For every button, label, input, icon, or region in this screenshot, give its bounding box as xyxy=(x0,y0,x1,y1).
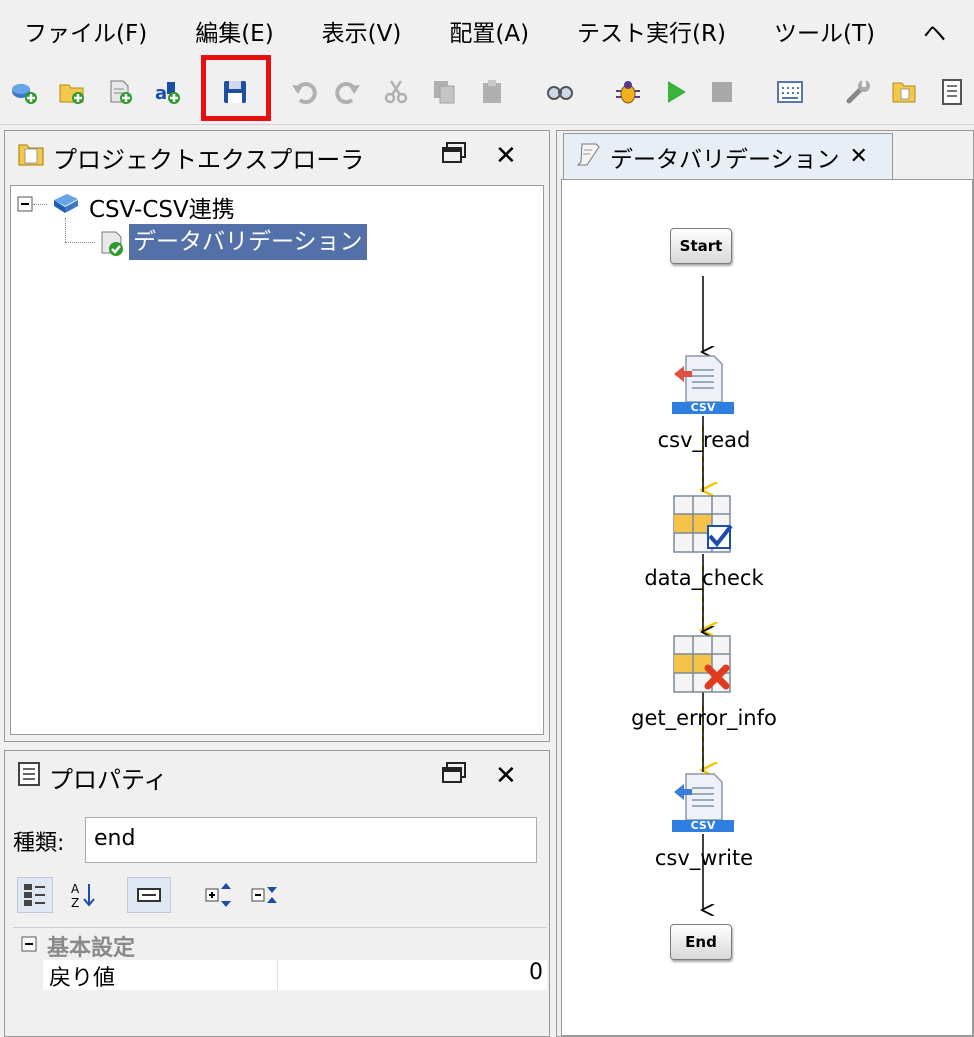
menu-edit[interactable]: 編集(E) xyxy=(171,14,297,48)
menu-test-run[interactable]: テスト実行(R) xyxy=(553,14,750,48)
menu-file[interactable]: ファイル(F) xyxy=(0,14,171,48)
csv-read-icon[interactable]: CSV xyxy=(672,354,734,416)
tab-title: データバリデーション xyxy=(610,146,840,173)
menu-view[interactable]: 表示(V) xyxy=(298,14,426,48)
property-pages-icon[interactable] xyxy=(127,877,171,913)
explorer-title: プロジェクトエクスプローラ xyxy=(53,145,365,174)
property-value: 0 xyxy=(529,960,543,985)
properties-toolbar: AZ xyxy=(13,873,543,919)
cut-icon[interactable] xyxy=(378,74,414,110)
redo-icon[interactable] xyxy=(330,74,366,110)
start-node[interactable]: Start xyxy=(670,228,732,264)
explorer-header: プロジェクトエクスプローラ ✕ xyxy=(5,131,549,183)
stop-icon[interactable] xyxy=(704,74,740,110)
close-icon[interactable]: ✕ xyxy=(850,144,868,169)
close-icon[interactable]: ✕ xyxy=(495,761,517,791)
data-check-icon[interactable] xyxy=(672,494,734,556)
section-collapse-icon[interactable] xyxy=(21,936,37,956)
toolbar: a xyxy=(0,62,974,125)
get-error-info-label: get_error_info xyxy=(631,706,777,730)
document-icon[interactable] xyxy=(934,74,970,110)
find-icon[interactable] xyxy=(542,74,578,110)
restore-icon[interactable] xyxy=(441,141,467,172)
paste-icon[interactable] xyxy=(474,74,510,110)
explorer-folder-icon xyxy=(17,141,45,173)
categorized-icon[interactable] xyxy=(17,877,53,913)
csv-read-label: csv_read xyxy=(657,428,751,452)
script-tab-icon xyxy=(574,140,604,174)
tree-item-data-validation[interactable]: データバリデーション xyxy=(129,224,367,260)
new-folder-icon[interactable] xyxy=(54,74,90,110)
csv-badge: CSV xyxy=(690,401,716,414)
flow-editor-panel: データバリデーション ✕ Start CSV csv_read data_che… xyxy=(556,130,974,1037)
sort-alpha-icon[interactable]: AZ xyxy=(65,877,101,913)
menu-help[interactable]: ヘ xyxy=(899,14,970,48)
csv-badge: CSV xyxy=(690,819,716,832)
project-icon xyxy=(51,190,81,222)
kind-label: 種類: xyxy=(13,831,65,856)
new-project-icon[interactable] xyxy=(6,74,42,110)
csv-write-label: csv_write xyxy=(654,846,754,870)
flow-connectors xyxy=(562,276,972,1035)
debug-icon[interactable] xyxy=(610,74,646,110)
property-grid: 基本設定 戻り値 0 xyxy=(13,927,547,1036)
properties-icon xyxy=(17,761,41,793)
svg-text:Z: Z xyxy=(71,896,79,909)
restore-icon[interactable] xyxy=(441,761,467,792)
grid-icon[interactable] xyxy=(772,74,808,110)
properties-title: プロパティ xyxy=(49,765,168,794)
collapse-all-icon[interactable] xyxy=(247,877,283,913)
script-check-icon xyxy=(97,228,127,262)
menu-layout[interactable]: 配置(A) xyxy=(425,14,553,48)
end-node[interactable]: End xyxy=(670,924,732,960)
undo-icon[interactable] xyxy=(286,74,322,110)
data-check-label: data_check xyxy=(644,566,764,590)
properties-header: プロパティ ✕ xyxy=(5,751,549,803)
get-error-info-icon[interactable] xyxy=(672,634,734,696)
properties-panel: プロパティ ✕ 種類: end AZ 基本設定 戻り値 0 xyxy=(4,750,550,1037)
tab-data-validation[interactable]: データバリデーション ✕ xyxy=(563,133,893,179)
svg-text:A: A xyxy=(71,882,80,896)
tree-connector xyxy=(33,204,47,205)
section-basic-settings: 基本設定 xyxy=(47,936,136,961)
svg-text:a: a xyxy=(155,83,167,104)
column-divider xyxy=(277,960,278,990)
expand-all-icon[interactable] xyxy=(201,877,237,913)
collapse-toggle-icon[interactable] xyxy=(17,196,33,216)
close-icon[interactable]: ✕ xyxy=(495,141,517,171)
tool-icon[interactable] xyxy=(840,74,876,110)
run-icon[interactable] xyxy=(658,74,694,110)
tree-item-csv-csv[interactable]: CSV-CSV連携 xyxy=(89,190,235,224)
csv-write-icon[interactable]: CSV xyxy=(672,772,734,834)
new-file-icon[interactable]: a xyxy=(150,74,186,110)
tree-connector xyxy=(65,242,95,243)
menu-bar: ファイル(F) 編集(E) 表示(V) 配置(A) テスト実行(R) ツール(T… xyxy=(0,0,974,62)
folder-icon[interactable] xyxy=(886,74,922,110)
menu-tools[interactable]: ツール(T) xyxy=(750,14,899,48)
save-highlight-box xyxy=(201,55,271,121)
kind-field[interactable]: end xyxy=(85,817,537,863)
property-name: 戻り値 xyxy=(49,966,116,991)
new-script-icon[interactable] xyxy=(102,74,138,110)
project-explorer-panel: プロジェクトエクスプローラ ✕ CSV-CSV連携 データバリデーション xyxy=(4,130,550,742)
explorer-tree: CSV-CSV連携 データバリデーション xyxy=(10,185,544,735)
flow-canvas[interactable]: Start CSV csv_read data_check get_error_… xyxy=(561,179,973,1036)
property-row[interactable]: 戻り値 0 xyxy=(43,960,547,991)
copy-icon[interactable] xyxy=(426,74,462,110)
